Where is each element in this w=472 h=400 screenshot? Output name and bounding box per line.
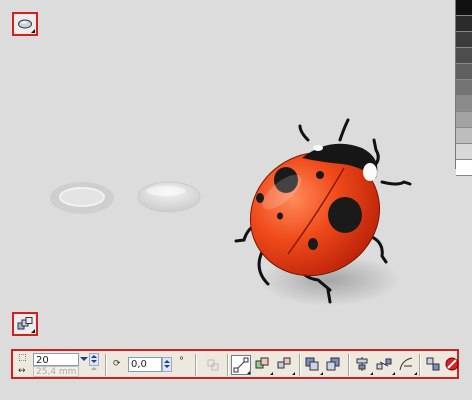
size-input[interactable]: 20 [33,353,79,366]
drawing-canvas[interactable] [0,0,472,330]
width-input: 25,4 mm [33,366,79,377]
width-icon: ↔ [18,366,26,376]
rotate-icon: ⟳ [113,359,121,369]
no-fill-icon [445,357,459,371]
arrange-tool-button[interactable] [12,312,38,336]
break-apart-button[interactable] [275,355,295,375]
size-dropdown[interactable] [79,353,89,366]
to-back-button[interactable] [324,355,344,375]
angle-spinner[interactable] [162,357,172,372]
combine-button[interactable] [253,355,273,375]
degree-label: ° [179,356,184,367]
distribute-icon [376,358,392,370]
combine-icon [255,357,269,369]
size-icon: ⬚ [18,353,27,363]
arrange-tool-icon [17,317,33,330]
order-button[interactable] [303,355,323,375]
to-back-icon [326,357,340,371]
convert-curve-icon [399,357,413,371]
break-apart-icon [277,357,291,369]
shape-edit-button[interactable] [231,355,251,375]
size-spinner[interactable] [89,353,99,366]
group-button[interactable] [424,355,444,375]
ring-drop-shape[interactable] [50,182,114,214]
angle-input[interactable]: 0,0 [128,357,162,372]
water-drop-shape[interactable] [137,181,201,213]
order-icon [305,357,319,371]
group-icon [426,357,440,371]
distribute-button[interactable] [375,355,395,375]
convert-curve-button[interactable] [397,355,417,375]
ungroup-button[interactable] [443,355,463,375]
transform-icon [203,355,223,375]
property-bar: ⬚ 20 ↔ 25,4 mm ⟳ 0,0 ° [11,349,459,379]
width-spinner [89,366,99,377]
align-icon [356,357,368,371]
align-button[interactable] [353,355,373,375]
ladybug-illustration[interactable] [228,118,412,306]
